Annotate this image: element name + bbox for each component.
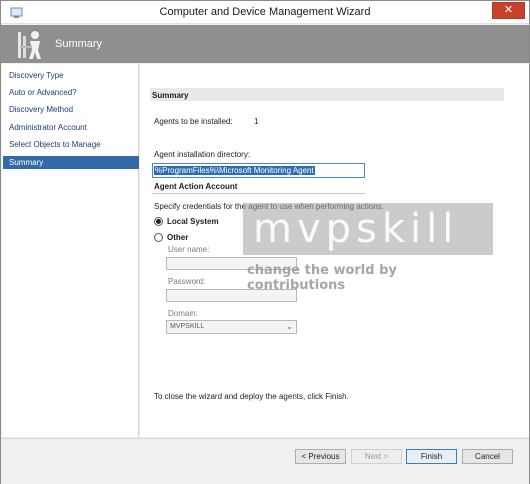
- credentials-description: Specify credentials for the agent to use…: [154, 202, 384, 211]
- nav-item-summary[interactable]: Summary: [3, 156, 139, 169]
- previous-button[interactable]: < Previous: [295, 449, 346, 464]
- domain-value: MVPSKILL: [170, 323, 205, 330]
- password-field[interactable]: [166, 289, 297, 302]
- domain-select[interactable]: MVPSKILL ⌄: [166, 320, 297, 334]
- next-button[interactable]: Next >: [351, 449, 402, 464]
- header-title: Summary: [55, 38, 103, 50]
- wizard-header: Summary: [1, 25, 529, 63]
- user-name-field[interactable]: [166, 257, 297, 270]
- chevron-down-icon: ⌄: [286, 322, 293, 331]
- summary-section-title: Summary: [152, 91, 189, 100]
- domain-label: Domain:: [168, 309, 198, 318]
- wizard-steps-nav: Discovery Type Auto or Advanced? Discove…: [2, 64, 139, 437]
- local-system-label[interactable]: Local System: [167, 217, 219, 226]
- nav-item-select-objects[interactable]: Select Objects to Manage: [3, 138, 139, 151]
- wizard-figure-icon: [18, 31, 41, 59]
- install-directory-label: Agent installation directory:: [154, 150, 251, 159]
- local-system-radio[interactable]: [154, 217, 163, 226]
- nav-item-administrator-account[interactable]: Administrator Account: [3, 121, 139, 134]
- nav-item-discovery-method[interactable]: Discovery Method: [3, 103, 139, 116]
- nav-item-discovery-type[interactable]: Discovery Type: [3, 69, 139, 82]
- window-title: Computer and Device Management Wizard: [159, 6, 371, 18]
- close-button[interactable]: ✕: [492, 2, 525, 19]
- user-name-label: User name:: [168, 245, 210, 254]
- wizard-window: Computer and Device Management Wizard ✕ …: [0, 0, 530, 484]
- other-account-label[interactable]: Other: [167, 233, 188, 242]
- agents-to-install-label: Agents to be installed:: [154, 117, 233, 126]
- other-account-radio[interactable]: [154, 233, 163, 242]
- install-directory-input[interactable]: %ProgramFiles%\Microsoft Monitoring Agen…: [152, 163, 365, 178]
- install-directory-value: %ProgramFiles%\Microsoft Monitoring Agen…: [154, 166, 315, 175]
- action-account-section-title: Agent Action Account: [154, 182, 238, 191]
- summary-section-bar: [150, 88, 504, 101]
- action-account-divider: [152, 193, 365, 194]
- agents-to-install-count: 1: [254, 117, 259, 126]
- nav-item-auto-or-advanced[interactable]: Auto or Advanced?: [3, 86, 139, 99]
- finish-instruction: To close the wizard and deploy the agent…: [154, 392, 349, 401]
- password-label: Password:: [168, 277, 206, 286]
- title-bar: Computer and Device Management Wizard ✕: [1, 1, 529, 24]
- cancel-button[interactable]: Cancel: [462, 449, 513, 464]
- finish-button[interactable]: Finish: [406, 449, 457, 464]
